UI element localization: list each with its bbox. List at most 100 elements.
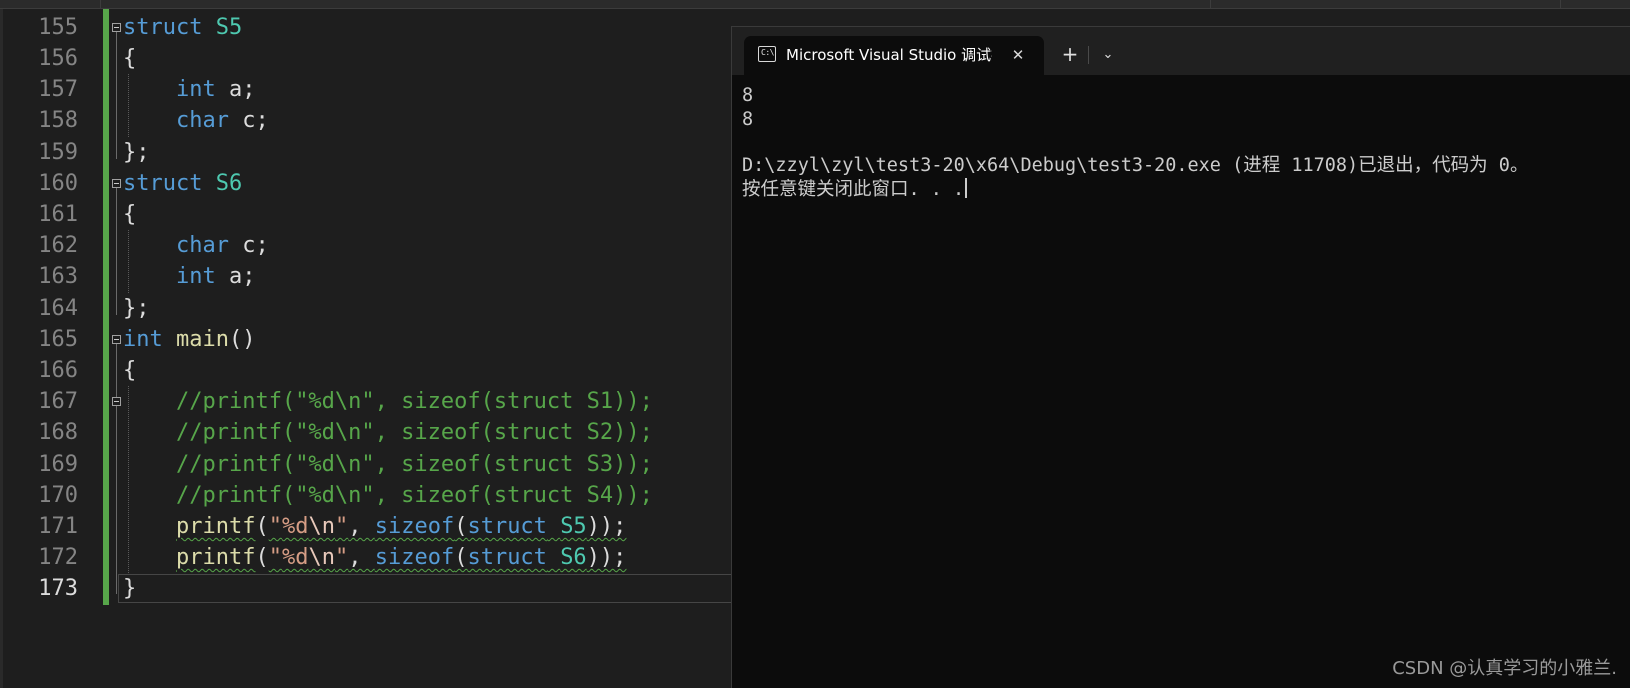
current-line-highlight bbox=[118, 574, 738, 603]
type-token: S5 bbox=[560, 514, 587, 539]
code-line-168[interactable]: //printf("%d\n", sizeof(struct S2)); bbox=[123, 417, 653, 448]
chevron-down-icon[interactable]: ⌄ bbox=[1096, 43, 1120, 67]
code-text: c; bbox=[242, 233, 269, 258]
line-number-current: 173 bbox=[38, 576, 78, 601]
comment-text: //printf("%d\n", sizeof(struct S2)); bbox=[175, 420, 653, 445]
change-tracking-bar bbox=[103, 9, 109, 605]
code-line-171[interactable]: printf("%d\n", sizeof(struct S5)); bbox=[123, 511, 626, 542]
line-number: 170 bbox=[38, 483, 78, 508]
code-line-161[interactable]: { bbox=[123, 199, 136, 230]
format-specifier: %d bbox=[281, 514, 309, 539]
code-text: ( bbox=[255, 545, 269, 570]
new-tab-button[interactable]: + bbox=[1058, 43, 1082, 67]
function-call: printf bbox=[175, 545, 256, 570]
toolbar-strip bbox=[0, 0, 1630, 9]
code-text: ( bbox=[255, 514, 269, 539]
code-editor[interactable]: 155 156 157 158 159 160 161 162 163 164 … bbox=[0, 9, 740, 688]
code-line-156[interactable]: { bbox=[123, 43, 136, 74]
code-text: () bbox=[228, 327, 256, 352]
type-keyword: int bbox=[123, 327, 163, 352]
code-text: , bbox=[348, 514, 375, 539]
code-text: ( bbox=[454, 545, 468, 570]
line-number: 172 bbox=[38, 545, 78, 570]
tab-debug-console[interactable]: C:\ Microsoft Visual Studio 调试控制台 ✕ bbox=[744, 36, 1044, 75]
code-line-159[interactable]: }; bbox=[123, 137, 150, 168]
console-output-line: D:\zzyl\zyl\test3-20\x64\Debug\test3-20.… bbox=[742, 155, 1529, 176]
line-number: 162 bbox=[38, 233, 78, 258]
code-line-170[interactable]: //printf("%d\n", sizeof(struct S4)); bbox=[123, 480, 653, 511]
code-text: a; bbox=[228, 264, 256, 289]
keyword-token: struct bbox=[467, 545, 547, 570]
code-line-158[interactable]: char c; bbox=[123, 105, 269, 136]
debug-console-window[interactable]: C:\ Microsoft Visual Studio 调试控制台 ✕ + ⌄ … bbox=[731, 26, 1630, 688]
code-text: c; bbox=[242, 108, 269, 133]
line-number: 161 bbox=[38, 202, 78, 227]
string-quote: " bbox=[334, 514, 349, 539]
console-prompt-text: 按任意键关闭此窗口. . . bbox=[742, 179, 965, 200]
code-line-173[interactable]: } bbox=[123, 573, 136, 604]
escape-sequence: \n bbox=[308, 545, 335, 570]
code-line-155[interactable]: struct S5 bbox=[123, 12, 242, 43]
line-number: 156 bbox=[38, 46, 78, 71]
code-line-172[interactable]: printf("%d\n", sizeof(struct S6)); bbox=[123, 542, 626, 573]
comment-text: //printf("%d\n", sizeof(struct S1)); bbox=[175, 389, 653, 414]
code-line-166[interactable]: { bbox=[123, 355, 136, 386]
line-number: 167 bbox=[38, 389, 78, 414]
code-text: , bbox=[348, 545, 375, 570]
line-number: 165 bbox=[38, 327, 78, 352]
keyword-token: struct bbox=[123, 15, 203, 40]
terminal-icon: C:\ bbox=[758, 46, 776, 62]
code-text: ( bbox=[454, 514, 468, 539]
tab-title: Microsoft Visual Studio 调试控制台 bbox=[786, 46, 992, 64]
fold-range-line bbox=[116, 32, 117, 159]
line-number: 155 bbox=[38, 15, 78, 40]
code-line-160[interactable]: struct S6 bbox=[123, 168, 242, 199]
console-output-line: 8 bbox=[742, 109, 754, 130]
watermark: CSDN @认真学习的小雅兰. bbox=[1392, 658, 1617, 679]
collapse-icon[interactable] bbox=[112, 397, 121, 406]
type-keyword: int bbox=[175, 77, 216, 102]
line-number: 157 bbox=[38, 77, 78, 102]
code-line-167[interactable]: //printf("%d\n", sizeof(struct S1)); bbox=[123, 386, 653, 417]
fold-range-line bbox=[116, 188, 117, 315]
line-number: 158 bbox=[38, 108, 78, 133]
type-keyword: char bbox=[175, 233, 229, 258]
tab-separator bbox=[1088, 46, 1089, 64]
code-text: a; bbox=[228, 77, 256, 102]
code-line-165[interactable]: int main() bbox=[123, 324, 255, 355]
screen: 155 156 157 158 159 160 161 162 163 164 … bbox=[0, 0, 1630, 688]
line-number: 169 bbox=[38, 452, 78, 477]
function-call: printf bbox=[175, 514, 256, 539]
line-number: 164 bbox=[38, 296, 78, 321]
string-quote: " bbox=[268, 545, 282, 570]
code-line-163[interactable]: int a; bbox=[123, 261, 256, 292]
code-line-164[interactable]: }; bbox=[123, 293, 150, 324]
code-line-157[interactable]: int a; bbox=[123, 74, 256, 105]
keyword-token: struct bbox=[467, 514, 547, 539]
string-quote: " bbox=[268, 514, 282, 539]
function-name: main bbox=[176, 327, 229, 352]
collapse-icon[interactable] bbox=[112, 23, 121, 32]
type-token: S6 bbox=[215, 171, 243, 196]
console-prompt-line: 按任意键关闭此窗口. . . bbox=[742, 178, 968, 202]
close-icon[interactable]: ✕ bbox=[1007, 44, 1029, 66]
code-text: )); bbox=[586, 514, 627, 539]
code-line-169[interactable]: //printf("%d\n", sizeof(struct S3)); bbox=[123, 449, 653, 480]
code-text: { bbox=[123, 46, 137, 71]
code-text: { bbox=[123, 202, 137, 227]
comment-text: //printf("%d\n", sizeof(struct S4)); bbox=[175, 483, 653, 508]
keyword-token: sizeof bbox=[374, 514, 455, 539]
toolbar-segment-scope[interactable] bbox=[600, 0, 1211, 8]
collapse-icon[interactable] bbox=[112, 179, 121, 188]
type-token: S6 bbox=[560, 545, 587, 570]
format-specifier: %d bbox=[281, 545, 309, 570]
collapse-icon[interactable] bbox=[112, 335, 121, 344]
text-cursor bbox=[965, 178, 968, 198]
keyword-token: struct bbox=[123, 171, 203, 196]
type-keyword: char bbox=[175, 108, 229, 133]
code-line-162[interactable]: char c; bbox=[123, 230, 269, 261]
code-text: } bbox=[123, 576, 137, 601]
type-token: S5 bbox=[215, 15, 243, 40]
toolbar-segment-project[interactable] bbox=[0, 0, 101, 8]
toolbar-segment-function[interactable] bbox=[1240, 0, 1561, 8]
